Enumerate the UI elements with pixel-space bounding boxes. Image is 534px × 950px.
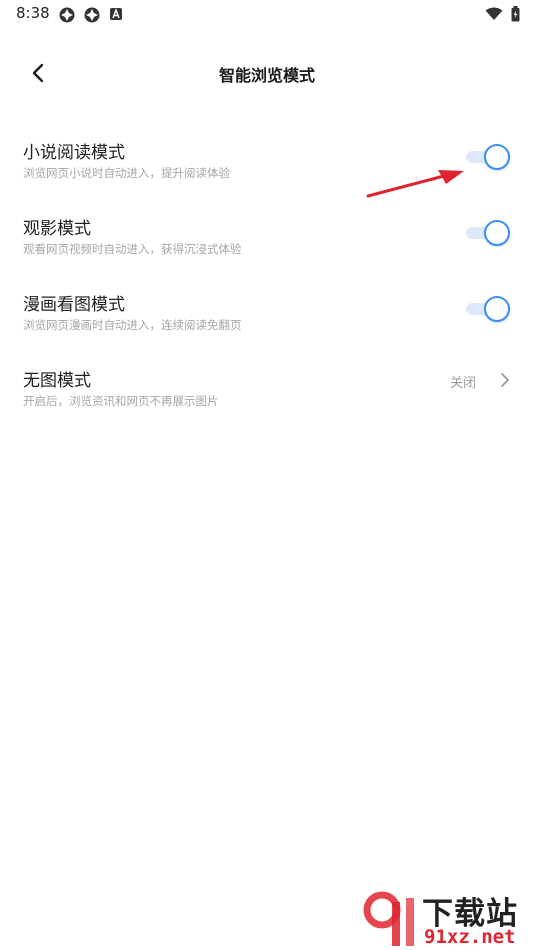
comic-mode-toggle[interactable] — [464, 296, 510, 322]
toggle-knob — [484, 296, 510, 322]
toggle-knob — [484, 220, 510, 246]
movie-mode-toggle[interactable] — [464, 220, 510, 246]
wifi-icon — [485, 7, 503, 20]
font-notification-icon — [110, 8, 122, 20]
status-right-icons — [485, 6, 520, 22]
watermark-logo-icon — [363, 891, 414, 946]
battery-icon — [511, 6, 520, 22]
setting-row-no-image-mode[interactable]: 无图模式 开启后，浏览资讯和网页不再展示图片 关闭 — [0, 366, 534, 436]
setting-description: 浏览网页小说时自动进入，提升阅读体验 — [23, 166, 230, 180]
status-bar: 8:38 — [0, 0, 534, 30]
setting-row-comic-mode: 漫画看图模式 浏览网页漫画时自动进入，连续阅读免翻页 — [0, 290, 534, 360]
no-image-mode-value: 关闭 — [449, 376, 476, 391]
chevron-right-icon — [501, 373, 509, 387]
toggle-knob — [484, 144, 510, 170]
setting-description: 观看网页视频时自动进入，获得沉浸式体验 — [23, 242, 242, 256]
setting-title: 无图模式 — [23, 371, 91, 391]
app-notification-icon-2 — [84, 7, 100, 23]
header-bar: 智能浏览模式 — [0, 50, 534, 96]
page-title: 智能浏览模式 — [218, 66, 315, 85]
watermark: 下载站 91xz.net — [362, 888, 534, 950]
setting-description: 浏览网页漫画时自动进入，连续阅读免翻页 — [23, 318, 242, 332]
setting-description: 开启后，浏览资讯和网页不再展示图片 — [23, 394, 219, 408]
setting-title: 漫画看图模式 — [23, 295, 125, 315]
novel-mode-toggle[interactable] — [464, 144, 510, 170]
setting-title: 小说阅读模式 — [23, 143, 125, 163]
app-notification-icon — [59, 7, 75, 23]
status-time: 8:38 — [16, 4, 50, 22]
setting-row-movie-mode: 观影模式 观看网页视频时自动进入，获得沉浸式体验 — [0, 214, 534, 284]
watermark-domain: 91xz.net — [424, 926, 516, 948]
annotation-arrow-icon — [366, 170, 464, 198]
setting-title: 观影模式 — [23, 219, 91, 239]
